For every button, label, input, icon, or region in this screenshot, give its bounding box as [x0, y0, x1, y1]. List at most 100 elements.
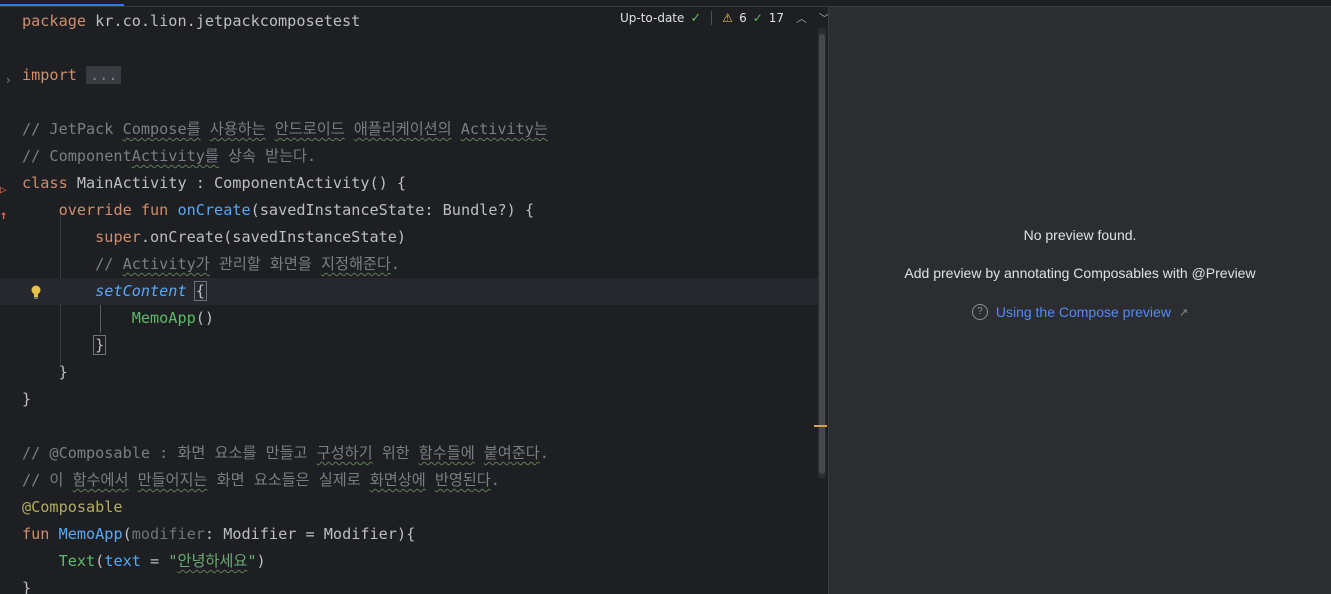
composable-call: Text — [58, 552, 96, 570]
typo-word: 지정해준다 — [321, 255, 391, 273]
help-link-text[interactable]: Using the Compose preview — [996, 304, 1171, 320]
keyword-token: package — [22, 12, 87, 30]
status-separator — [711, 11, 713, 25]
compose-preview-help-link[interactable]: ? Using the Compose preview ↗ — [971, 304, 1188, 320]
keyword-token: super — [95, 228, 141, 246]
fold-arrow-icon[interactable]: › — [6, 73, 11, 87]
paren: ( — [95, 552, 105, 570]
typo-word: 구성하기 — [316, 444, 373, 462]
comment-text — [475, 444, 484, 462]
code-line-comment[interactable]: // JetPack Compose를 사용하는 안드로이드 애플리케이션의 A… — [22, 116, 548, 143]
inspection-widget[interactable]: Up-to-date ✓ ⚠ 6 ✓ 17 ︿ ﹀ — [620, 6, 830, 30]
call-parens: () — [195, 309, 215, 327]
paren: ( — [122, 525, 132, 543]
code-line-memoapp-declaration[interactable]: fun MemoApp(modifier: Modifier = Modifie… — [22, 521, 415, 548]
code-line-annotation[interactable]: @Composable — [22, 494, 123, 521]
class-signature: MainActivity : ComponentActivity() { — [67, 174, 407, 192]
code-line-closing-brace[interactable]: } — [22, 332, 107, 359]
keyword-token: class — [22, 174, 68, 192]
typo-word: Activity는 — [460, 120, 548, 138]
code-line-comment[interactable]: // Activity가 관리할 화면을 지정해준다. — [22, 251, 400, 278]
previous-highlight-icon[interactable]: ︿ — [796, 10, 807, 26]
call-text: .onCreate(savedInstanceState) — [140, 228, 407, 246]
keyword-token: fun — [140, 201, 169, 219]
matched-brace: { — [193, 281, 207, 301]
code-line-comment[interactable]: // 이 함수에서 만들어지는 화면 요소들은 실제로 화면상에 반영된다. — [22, 467, 500, 494]
typo-word: 화면상에 — [369, 471, 426, 489]
typo-word: 붙여준다 — [483, 444, 540, 462]
keyword-token: override — [58, 201, 132, 219]
typo-word: 만들어지는 — [137, 471, 208, 489]
package-path: kr.co.lion.jetpackcomposetest — [86, 12, 361, 30]
typos-count[interactable]: 17 — [769, 11, 784, 25]
comment-text: 관리할 화면을 — [209, 255, 321, 273]
lightbulb-icon[interactable] — [29, 284, 43, 300]
typo-word: 반영된다 — [434, 471, 491, 489]
function-name: setContent — [95, 282, 187, 300]
typo-check-icon[interactable]: ✓ — [753, 11, 763, 25]
comment-text — [426, 471, 435, 489]
comment-text: 상속 받는다. — [218, 147, 317, 165]
active-tab-indicator — [0, 4, 124, 6]
comment-text — [345, 120, 354, 138]
code-line-setcontent[interactable]: setContent { — [0, 278, 818, 305]
comment-text — [266, 120, 275, 138]
code-line-import[interactable]: import ... — [22, 62, 122, 89]
keyword-token: fun — [22, 525, 50, 543]
composable-call: MemoApp — [131, 309, 196, 327]
typo-word: Activity가 — [122, 255, 210, 273]
typo-word: Compose를 — [122, 120, 201, 138]
comment-text — [452, 120, 461, 138]
typo-word: 함수들에 — [418, 444, 475, 462]
comment-text: // JetPack — [22, 120, 123, 138]
code-line-closing-brace[interactable]: } — [22, 575, 31, 594]
function-name: onCreate — [177, 201, 251, 219]
code-line-package[interactable]: package kr.co.lion.jetpackcomposetest — [22, 8, 360, 35]
code-line-comment[interactable]: // @Composable : 화면 요소를 만들고 구성하기 위한 함수들에… — [22, 440, 549, 467]
annotation-token: @Composable — [22, 498, 123, 516]
code-line-closing-brace[interactable]: } — [22, 359, 68, 386]
function-name: MemoApp — [58, 525, 123, 543]
code-line-oncreate[interactable]: override fun onCreate(savedInstanceState… — [22, 197, 535, 224]
editor-scrollbar-thumb[interactable] — [819, 34, 825, 474]
code-line-text-call[interactable]: Text(text = "안녕하세요") — [22, 548, 266, 575]
parameter-type: : Modifier = Modifier){ — [204, 525, 416, 543]
equals: = — [140, 552, 169, 570]
comment-text: // — [95, 255, 123, 273]
typo-word: 애플리케이션의 — [353, 120, 452, 138]
typo-word: 함수에서 — [72, 471, 129, 489]
checkmark-icon: ✓ — [690, 10, 702, 26]
brace: } — [58, 363, 68, 381]
run-class-icon[interactable]: ▷ — [0, 183, 7, 196]
compose-preview-panel: No preview found. Add preview by annotat… — [829, 7, 1331, 594]
parameter-name: modifier — [131, 525, 205, 543]
keyword-token: import — [22, 66, 77, 84]
warning-stripe-marker[interactable] — [814, 425, 827, 427]
typo-word: Activity를 — [131, 147, 219, 165]
folded-imports[interactable]: ... — [86, 66, 122, 84]
code-line-class-declaration[interactable]: class MainActivity : ComponentActivity()… — [22, 170, 406, 197]
preview-hint: Add preview by annotating Composables wi… — [904, 265, 1256, 281]
code-line-closing-brace[interactable]: } — [22, 386, 31, 413]
comment-text: 위한 — [372, 444, 419, 462]
code-editor[interactable]: › ▷ ↑ package kr.co.lion.jetpackcomposet… — [0, 7, 828, 594]
comment-text: // 이 — [22, 471, 73, 489]
comment-text: . — [490, 471, 500, 489]
named-argument: text — [104, 552, 141, 570]
brace: } — [22, 579, 32, 594]
comment-text: . — [390, 255, 401, 273]
typo-word: 안드로이드 — [274, 120, 345, 138]
code-line-memoapp-call[interactable]: MemoApp() — [22, 305, 214, 332]
matched-brace: } — [93, 335, 107, 355]
comment-text: // Component — [22, 147, 132, 165]
function-params: (savedInstanceState: Bundle?) { — [250, 201, 535, 219]
warnings-count[interactable]: 6 — [739, 11, 747, 25]
code-line-comment[interactable]: // ComponentActivity를 상속 받는다. — [22, 143, 316, 170]
paren: ) — [256, 552, 266, 570]
warning-icon[interactable]: ⚠ — [722, 11, 733, 25]
code-line-super-call[interactable]: super.onCreate(savedInstanceState) — [22, 224, 406, 251]
help-icon: ? — [971, 304, 988, 320]
override-marker-icon[interactable]: ↑ — [0, 208, 7, 222]
typo-word: 사용하는 — [209, 120, 266, 138]
string-quote: " — [247, 552, 257, 570]
